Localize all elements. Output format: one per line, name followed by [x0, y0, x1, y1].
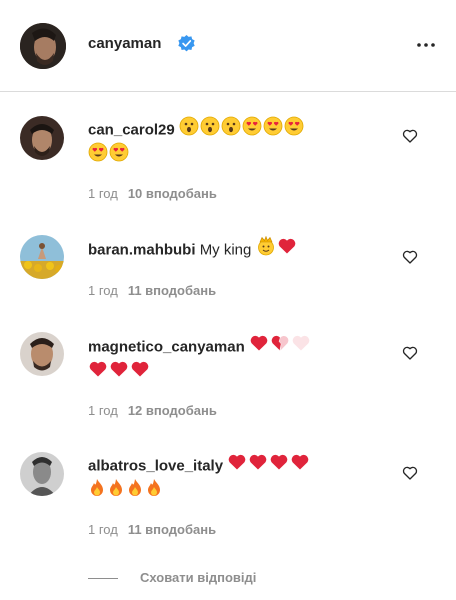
comment-avatar[interactable] [20, 332, 64, 376]
comment-body-line2 [88, 142, 130, 171]
comment-likes-count[interactable]: 12 вподобань [128, 403, 217, 418]
fire-icon [88, 478, 106, 507]
more-options-icon[interactable] [416, 37, 436, 53]
red-heart-icon [290, 452, 310, 481]
comment-text: My king [199, 241, 252, 259]
post-header: canyaman [0, 0, 456, 92]
header-username[interactable]: canyaman [88, 35, 161, 52]
red-heart-icon [227, 452, 247, 481]
comment-meta: 1 год 10 вподобань [88, 186, 217, 201]
comment-meta: 1 год 12 вподобань [88, 403, 217, 418]
red-heart-icon [249, 333, 269, 362]
broken-heart-icon [270, 333, 290, 362]
red-heart-icon [269, 452, 289, 481]
comment-meta: 1 год 11 вподобань [88, 522, 216, 537]
red-heart-icon [248, 452, 268, 481]
comment-body: baran.mahbubi My king [88, 235, 298, 265]
astonished-face-icon [200, 116, 220, 145]
red-heart-icon [130, 359, 150, 388]
comment-username[interactable]: can_carol29 [88, 121, 175, 138]
fire-icon [145, 478, 163, 507]
comment-body-line2 [88, 478, 164, 507]
comment-body: magnetico_canyaman [88, 333, 312, 362]
pale-heart-icon [291, 333, 311, 362]
comment-username[interactable]: baran.mahbubi [88, 241, 196, 258]
like-heart-icon[interactable] [402, 465, 418, 481]
red-heart-icon [109, 359, 129, 388]
comment-username[interactable]: albatros_love_italy [88, 457, 223, 474]
comment-likes-count[interactable]: 11 вподобань [128, 522, 216, 537]
comment-time: 1 год [88, 522, 118, 537]
comment-avatar[interactable] [20, 116, 64, 160]
red-heart-icon [277, 236, 297, 265]
heart-eyes-face-icon [242, 116, 262, 145]
comment-body: albatros_love_italy [88, 452, 311, 481]
comment-meta: 1 год 11 вподобань [88, 283, 216, 298]
like-heart-icon[interactable] [402, 128, 418, 144]
comment-avatar[interactable] [20, 452, 64, 496]
verified-badge-icon [178, 35, 195, 52]
astonished-face-icon [179, 116, 199, 145]
heart-eyes-face-icon [88, 142, 108, 171]
hide-replies-label: Сховати відповіді [140, 570, 257, 585]
comment-avatar[interactable] [20, 235, 64, 279]
replies-divider-line [88, 578, 118, 580]
profile-avatar[interactable] [20, 23, 66, 69]
heart-eyes-face-icon [263, 116, 283, 145]
comment-time: 1 год [88, 186, 118, 201]
heart-eyes-face-icon [284, 116, 304, 145]
like-heart-icon[interactable] [402, 249, 418, 265]
astonished-face-icon [221, 116, 241, 145]
comment-body: can_carol29 [88, 116, 305, 145]
comment-likes-count[interactable]: 10 вподобань [128, 186, 217, 201]
comment-time: 1 год [88, 283, 118, 298]
like-heart-icon[interactable] [402, 345, 418, 361]
red-heart-icon [88, 359, 108, 388]
fire-icon [107, 478, 125, 507]
comment-time: 1 год [88, 403, 118, 418]
heart-eyes-face-icon [109, 142, 129, 171]
crown-face-icon [256, 235, 276, 265]
comment-username[interactable]: magnetico_canyaman [88, 338, 245, 355]
comment-body-line2 [88, 359, 151, 388]
comment-likes-count[interactable]: 11 вподобань [128, 283, 216, 298]
hide-replies-button[interactable]: Сховати відповіді [88, 570, 256, 585]
fire-icon [126, 478, 144, 507]
